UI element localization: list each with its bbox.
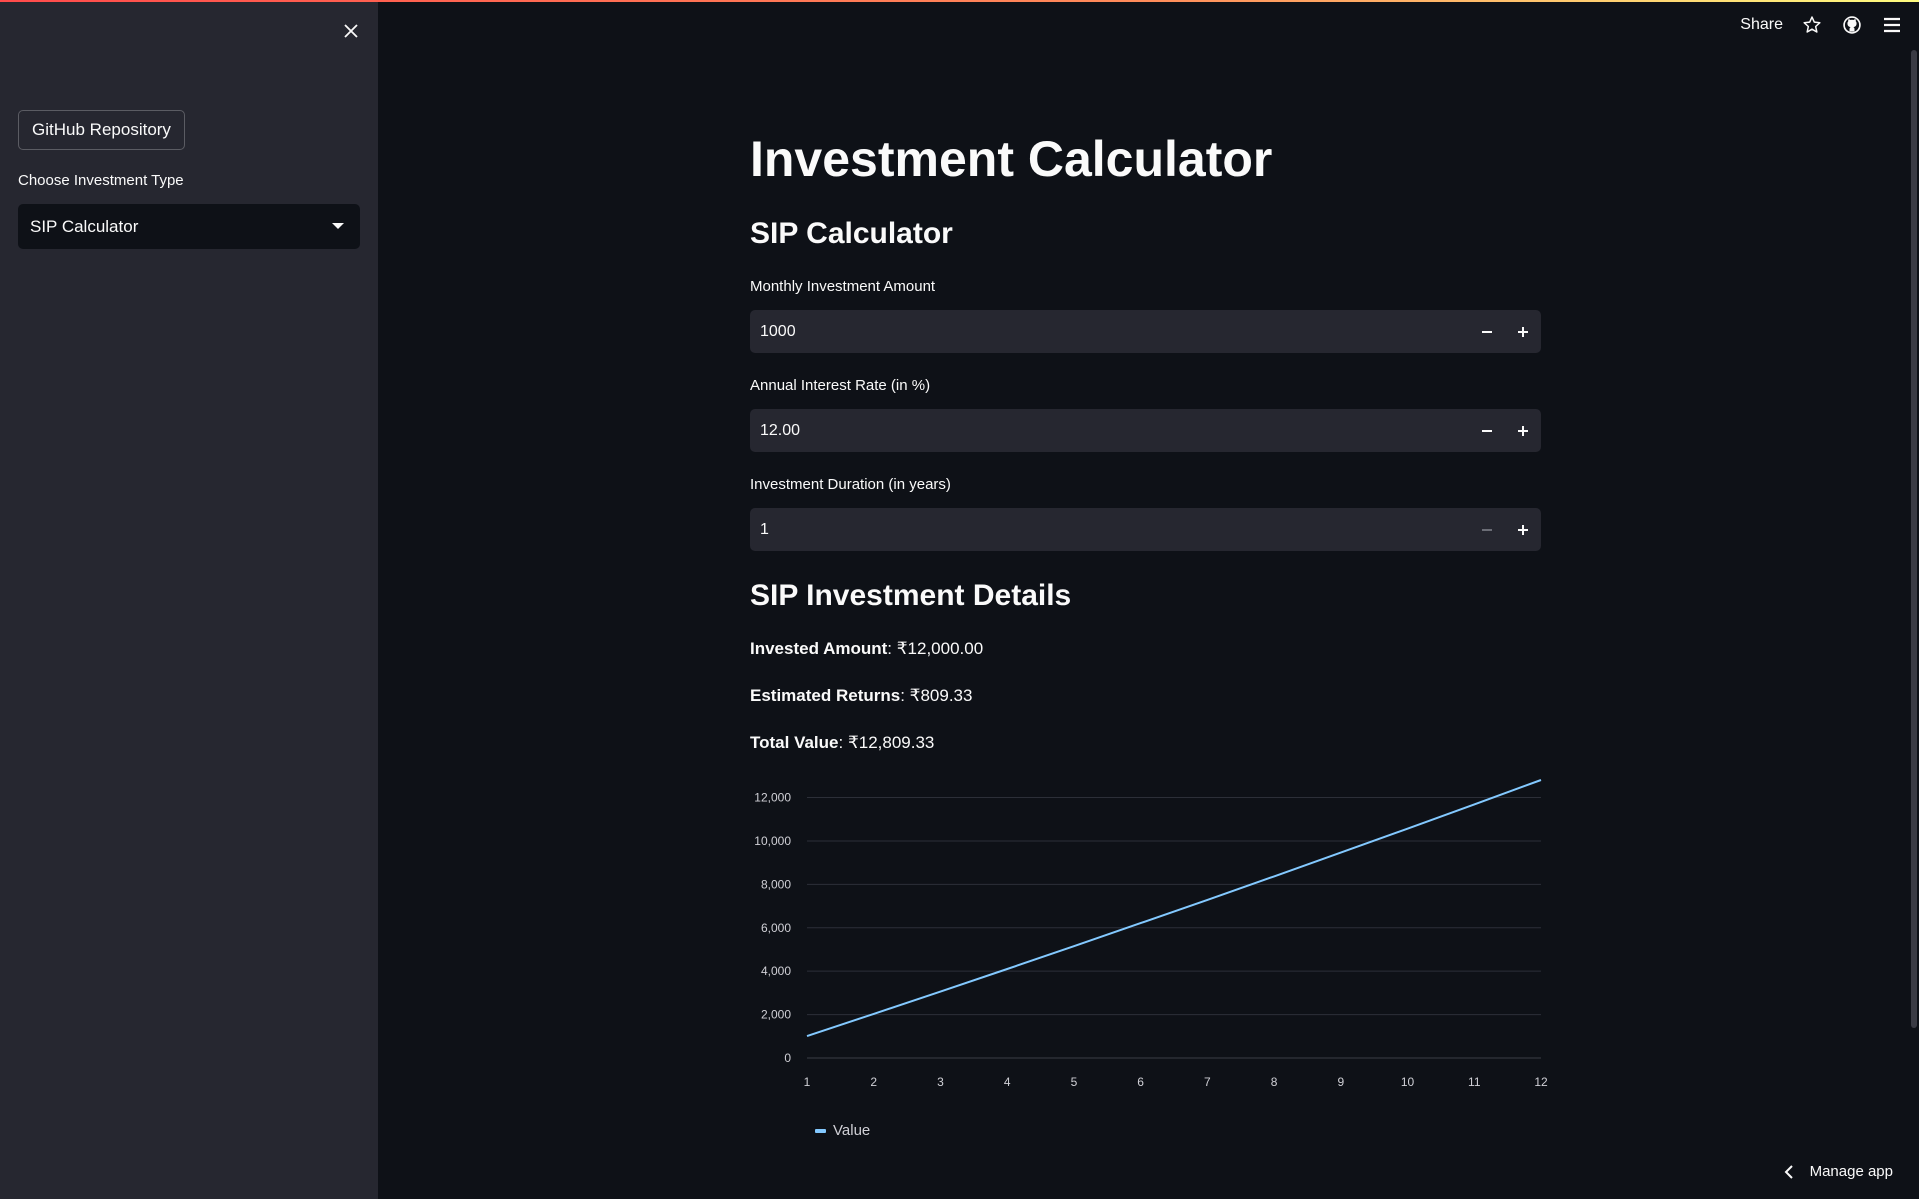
x-tick-label: 6 <box>1137 1075 1144 1089</box>
github-icon[interactable] <box>1841 14 1863 36</box>
increment-button[interactable] <box>1505 409 1541 452</box>
page-title: Investment Calculator <box>750 131 1273 187</box>
chevron-down-icon <box>332 223 344 229</box>
y-tick-label: 12,000 <box>754 791 791 805</box>
increment-button[interactable] <box>1505 508 1541 551</box>
close-sidebar-icon[interactable] <box>338 18 364 44</box>
minus-icon <box>1482 528 1492 531</box>
interest-rate-input[interactable]: 12.00 <box>750 409 1541 452</box>
invested-amount: Invested Amount: ₹12,000.00 <box>750 639 983 659</box>
increment-button[interactable] <box>1505 310 1541 353</box>
duration-value[interactable]: 1 <box>750 521 1469 539</box>
plus-icon <box>1518 326 1528 337</box>
legend-swatch <box>815 1129 826 1133</box>
monthly-investment-label: Monthly Investment Amount <box>750 278 936 295</box>
chevron-left-icon <box>1784 1164 1793 1179</box>
share-button[interactable]: Share <box>1740 16 1783 34</box>
estimated-returns: Estimated Returns: ₹809.33 <box>750 686 972 706</box>
invested-amount-value: : ₹12,000.00 <box>887 639 984 658</box>
decrement-button[interactable] <box>1469 310 1505 353</box>
investment-type-select[interactable]: SIP Calculator <box>18 204 360 249</box>
monthly-investment-input[interactable]: 1000 <box>750 310 1541 353</box>
series-line-value <box>806 779 1542 1038</box>
details-title: SIP Investment Details <box>750 579 1072 612</box>
duration-label: Investment Duration (in years) <box>750 476 951 493</box>
y-tick-label: 4,000 <box>761 964 791 978</box>
scrollbar[interactable] <box>1911 50 1917 1028</box>
x-tick-label: 3 <box>937 1075 944 1089</box>
plus-icon <box>1518 425 1528 436</box>
y-tick-label: 2,000 <box>761 1008 791 1022</box>
invested-amount-label: Invested Amount <box>750 639 888 658</box>
y-tick-label: 6,000 <box>761 921 791 935</box>
x-tick-label: 10 <box>1401 1075 1415 1089</box>
y-tick-label: 8,000 <box>761 877 791 891</box>
plus-icon <box>1518 524 1528 535</box>
x-tick-label: 12 <box>1534 1075 1548 1089</box>
estimated-returns-label: Estimated Returns <box>750 686 901 705</box>
minus-icon <box>1482 330 1492 333</box>
x-tick-label: 8 <box>1271 1075 1278 1089</box>
header-actions: Share <box>1740 14 1903 36</box>
sidebar: GitHub Repository Choose Investment Type… <box>0 0 378 1199</box>
interest-rate-value[interactable]: 12.00 <box>750 422 1469 440</box>
x-tick-label: 9 <box>1337 1075 1344 1089</box>
investment-type-label: Choose Investment Type <box>18 172 184 189</box>
legend-label: Value <box>833 1122 870 1139</box>
interest-rate-label: Annual Interest Rate (in %) <box>750 377 931 394</box>
total-value: Total Value: ₹12,809.33 <box>750 733 934 753</box>
star-icon[interactable] <box>1801 14 1823 36</box>
x-tick-label: 11 <box>1468 1075 1481 1089</box>
y-tick-label: 0 <box>784 1051 791 1065</box>
x-tick-label: 5 <box>1071 1075 1078 1089</box>
total-value-value: : ₹12,809.33 <box>838 733 935 752</box>
duration-input[interactable]: 1 <box>750 508 1541 551</box>
select-value: SIP Calculator <box>30 216 139 236</box>
github-repository-button[interactable]: GitHub Repository <box>18 110 185 150</box>
estimated-returns-value: : ₹809.33 <box>900 686 973 705</box>
x-tick-label: 1 <box>804 1075 811 1089</box>
hamburger-menu-icon[interactable] <box>1881 14 1903 36</box>
x-tick-label: 4 <box>1004 1075 1011 1089</box>
decrement-button[interactable] <box>1469 409 1505 452</box>
manage-app-button[interactable]: Manage app <box>1784 1163 1893 1180</box>
section-title: SIP Calculator <box>750 217 953 250</box>
monthly-investment-value[interactable]: 1000 <box>750 323 1469 341</box>
decrement-button[interactable] <box>1469 508 1505 551</box>
x-tick-label: 2 <box>870 1075 877 1089</box>
sip-line-chart[interactable]: 02,0004,0006,0008,00010,00012,0001 2 3 4 5 6 7… <box>750 760 1550 1150</box>
total-value-label: Total Value <box>750 733 839 752</box>
manage-app-label: Manage app <box>1809 1163 1893 1180</box>
x-tick-label: 7 <box>1204 1075 1211 1089</box>
y-tick-label: 10,000 <box>754 834 791 848</box>
minus-icon <box>1482 429 1492 432</box>
top-accent-bar <box>0 0 1919 2</box>
